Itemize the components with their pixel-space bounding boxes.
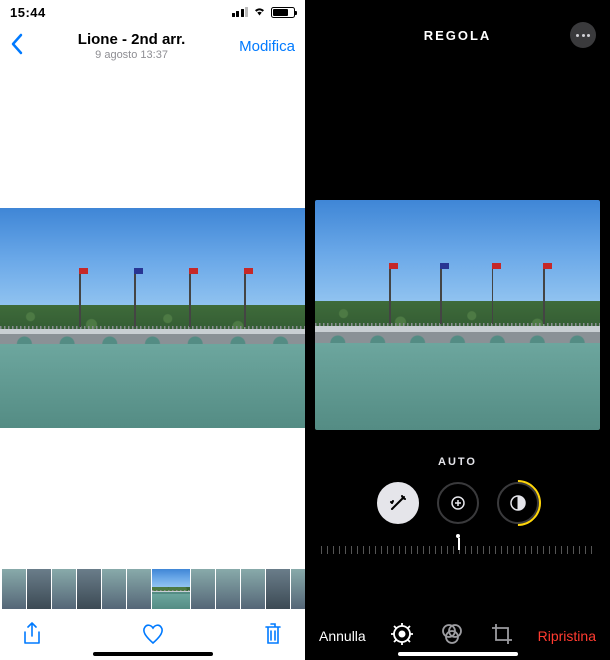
delete-button[interactable] bbox=[263, 622, 283, 651]
adjustment-label: AUTO bbox=[305, 456, 610, 468]
auto-enhance-dial[interactable] bbox=[377, 482, 419, 524]
home-indicator[interactable] bbox=[93, 652, 213, 656]
favorite-button[interactable] bbox=[141, 623, 165, 650]
editor-title: REGOLA bbox=[424, 28, 492, 43]
back-button[interactable] bbox=[10, 33, 24, 60]
nav-bar: Lione - 2nd arr. 9 agosto 13:37 Modifica bbox=[0, 22, 305, 70]
thumbnail[interactable] bbox=[291, 569, 305, 609]
slider-indicator[interactable] bbox=[458, 538, 460, 550]
brilliance-dial[interactable] bbox=[497, 482, 539, 524]
photo-location-title: Lione - 2nd arr. bbox=[78, 31, 186, 48]
cellular-signal-icon bbox=[232, 7, 249, 17]
photo-editor-pane: REGOLA AUTO Annulla bbox=[305, 0, 610, 660]
nav-title-block: Lione - 2nd arr. 9 agosto 13:37 bbox=[78, 31, 186, 61]
adjustment-dials bbox=[305, 482, 610, 524]
thumbnail[interactable] bbox=[266, 569, 290, 609]
thumbnail[interactable] bbox=[77, 569, 101, 609]
thumbnail[interactable] bbox=[27, 569, 51, 609]
filters-tab[interactable] bbox=[440, 622, 464, 651]
thumbnail-strip[interactable] bbox=[0, 566, 305, 612]
share-button[interactable] bbox=[22, 622, 42, 651]
battery-icon bbox=[271, 7, 295, 18]
thumbnail[interactable] bbox=[216, 569, 240, 609]
crop-tab[interactable] bbox=[490, 622, 514, 651]
exposure-dial[interactable] bbox=[437, 482, 479, 524]
status-bar: 15:44 bbox=[0, 0, 305, 22]
editor-nav-bar: REGOLA bbox=[305, 0, 610, 70]
home-indicator[interactable] bbox=[398, 652, 518, 656]
status-indicators bbox=[232, 5, 296, 20]
thumbnail[interactable] bbox=[127, 569, 151, 609]
edit-button[interactable]: Modifica bbox=[239, 38, 295, 55]
wifi-icon bbox=[252, 5, 267, 20]
editor-photo-area[interactable] bbox=[305, 200, 610, 430]
thumbnail-selected[interactable] bbox=[152, 569, 190, 609]
thumbnail[interactable] bbox=[102, 569, 126, 609]
thumbnail[interactable] bbox=[52, 569, 76, 609]
editor-mode-tabs bbox=[390, 622, 514, 651]
reset-button[interactable]: Ripristina bbox=[538, 628, 596, 644]
more-button[interactable] bbox=[570, 22, 596, 48]
thumbnail[interactable] bbox=[191, 569, 215, 609]
photo-area[interactable] bbox=[0, 70, 305, 566]
main-photo bbox=[0, 208, 305, 428]
cancel-button[interactable]: Annulla bbox=[319, 628, 366, 644]
photo-date-subtitle: 9 agosto 13:37 bbox=[78, 49, 186, 61]
thumbnail[interactable] bbox=[2, 569, 26, 609]
photo-viewer-pane: 15:44 Lione - 2nd arr. 9 agosto 13:37 Mo… bbox=[0, 0, 305, 660]
editor-photo bbox=[315, 200, 600, 430]
adjustment-slider[interactable] bbox=[305, 534, 610, 560]
status-time: 15:44 bbox=[10, 5, 46, 20]
adjust-tab[interactable] bbox=[390, 622, 414, 651]
thumbnail[interactable] bbox=[241, 569, 265, 609]
